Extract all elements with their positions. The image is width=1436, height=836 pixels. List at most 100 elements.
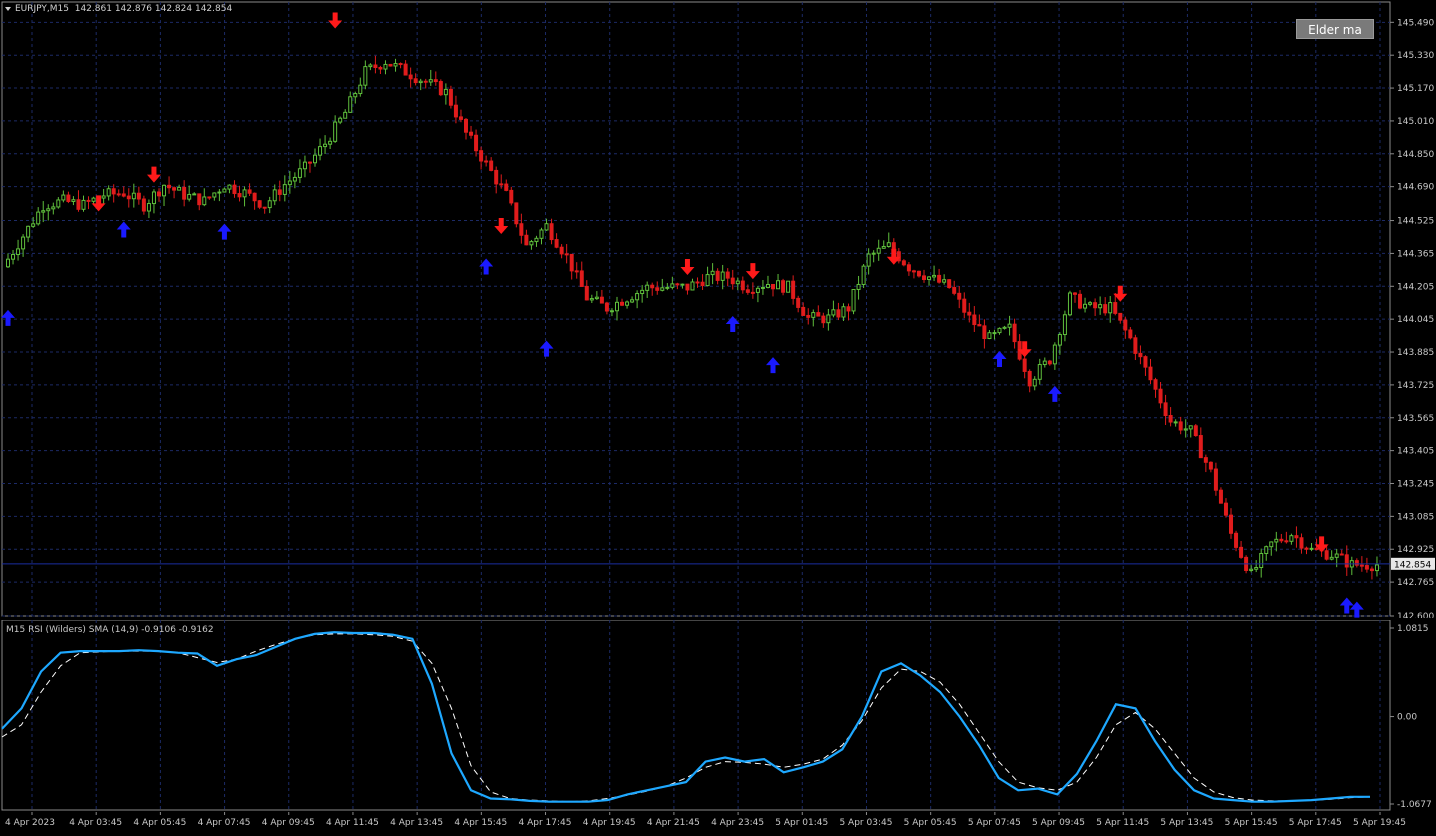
bear-candle: [474, 134, 479, 152]
bear-candle: [911, 270, 916, 273]
bull-candle: [776, 280, 781, 290]
time-tick-label: 5 Apr 09:45: [1032, 818, 1085, 828]
bear-candle: [836, 309, 841, 318]
bear-candle: [121, 193, 126, 197]
bear-candle: [1022, 358, 1027, 372]
bear-candle: [307, 161, 312, 164]
bear-candle: [796, 297, 801, 308]
time-tick-label: 4 Apr 11:45: [326, 818, 379, 828]
bull-candle: [272, 189, 277, 202]
sell-arrow-icon: [745, 263, 760, 280]
bear-candle: [952, 287, 957, 294]
bull-candle: [348, 96, 353, 113]
price-tick-label: 143.885: [1397, 348, 1434, 358]
indicator-pane[interactable]: 1.0815 0.00 -1.0677: [0, 619, 1436, 812]
bull-candle: [589, 298, 594, 301]
bear-candle: [1314, 547, 1319, 551]
bear-candle: [1339, 553, 1344, 556]
bear-candle: [715, 270, 720, 281]
bull-candle: [353, 93, 358, 98]
time-tick-label: 4 Apr 03:45: [69, 818, 122, 828]
bull-candle: [534, 237, 539, 243]
time-tick-label: 5 Apr 07:45: [968, 818, 1021, 828]
bull-candle: [871, 252, 876, 255]
bull-candle: [313, 154, 318, 164]
bear-candle: [1093, 302, 1098, 309]
bear-candle: [1123, 319, 1128, 331]
bear-candle: [1078, 293, 1083, 309]
bull-candle: [292, 176, 297, 182]
bull-candle: [876, 247, 881, 254]
bear-candle: [1153, 379, 1158, 390]
bear-candle: [1284, 540, 1289, 543]
elder-ma-button[interactable]: Elder ma: [1296, 19, 1374, 39]
bull-candle: [1098, 304, 1103, 309]
bull-candle: [46, 208, 51, 212]
bull-candle: [544, 223, 549, 231]
bull-candle: [670, 283, 675, 288]
bear-candle: [207, 196, 212, 199]
bear-candle: [373, 64, 378, 69]
bull-candle: [443, 88, 448, 96]
bull-candle: [630, 299, 635, 303]
bull-candle: [665, 286, 670, 289]
bull-candle: [71, 199, 76, 202]
bear-candle: [277, 189, 282, 195]
buy-arrow-icon: [116, 221, 131, 238]
price-tick-label: 144.850: [1397, 150, 1434, 160]
bear-candle: [730, 277, 735, 285]
bear-candle: [655, 287, 660, 291]
time-tick-label: 5 Apr 15:45: [1225, 818, 1278, 828]
bull-candle: [297, 168, 302, 178]
indicator-svg[interactable]: 1.0815 0.00 -1.0677: [0, 619, 1436, 812]
bull-candle: [1254, 567, 1259, 570]
price-tick-label: 143.405: [1397, 447, 1434, 457]
bear-candle: [1299, 537, 1304, 549]
bear-candle: [86, 199, 91, 202]
price-chart-svg[interactable]: 145.490 145.330 145.170 145.010 144.850 144.6…: [0, 0, 1436, 622]
dropdown-triangle-icon[interactable]: [5, 6, 11, 11]
bear-candle: [1163, 402, 1168, 417]
price-chart-pane[interactable]: 145.490 145.330 145.170 145.010 144.850 144.6…: [0, 0, 1436, 622]
bull-candle: [841, 306, 846, 318]
bull-candle: [1002, 326, 1007, 329]
time-axis[interactable]: 4 Apr 2023 4 Apr 03:45 4 Apr 05:45 4 Apr 07…: [0, 812, 1436, 832]
time-tick-label: 5 Apr 01:45: [775, 818, 828, 828]
bull-candle: [418, 80, 423, 84]
bull-candle: [1108, 302, 1113, 314]
bull-candle: [428, 79, 433, 83]
bull-candle: [162, 184, 167, 197]
bear-candle: [1218, 489, 1223, 504]
bear-candle: [156, 191, 161, 197]
buy-arrow-icon-shape: [1047, 385, 1062, 402]
bear-candle: [604, 302, 609, 312]
bear-candle: [695, 281, 700, 284]
bear-candle: [650, 284, 655, 289]
bear-candle: [141, 198, 146, 212]
bull-candle: [997, 327, 1002, 334]
buy-arrow-icon: [1339, 597, 1354, 614]
indicator-frame: [1, 619, 1391, 811]
bear-candle: [182, 186, 187, 200]
bull-candle: [383, 63, 388, 70]
sell-arrow-icon-shape: [328, 12, 343, 29]
time-tick-label: 4 Apr 21:45: [647, 818, 700, 828]
bear-candle: [1148, 366, 1153, 381]
bear-candle: [947, 279, 952, 289]
bear-candle: [262, 206, 267, 209]
time-tick-label: 4 Apr 05:45: [133, 818, 186, 828]
sell-arrow-icon-shape: [146, 166, 161, 183]
bull-candle: [328, 140, 333, 145]
bear-candle: [1103, 304, 1108, 314]
bear-candle: [524, 234, 529, 246]
bear-candle: [599, 296, 604, 304]
buy-arrow-icon: [1, 309, 15, 326]
bear-candle: [514, 202, 519, 225]
bull-candle: [393, 63, 398, 67]
bull-candle: [609, 310, 614, 313]
bull-candle: [6, 258, 10, 268]
bear-candle: [126, 195, 131, 200]
bull-candle: [1052, 344, 1057, 365]
bull-candle: [1264, 546, 1269, 554]
bull-candle: [41, 210, 46, 213]
